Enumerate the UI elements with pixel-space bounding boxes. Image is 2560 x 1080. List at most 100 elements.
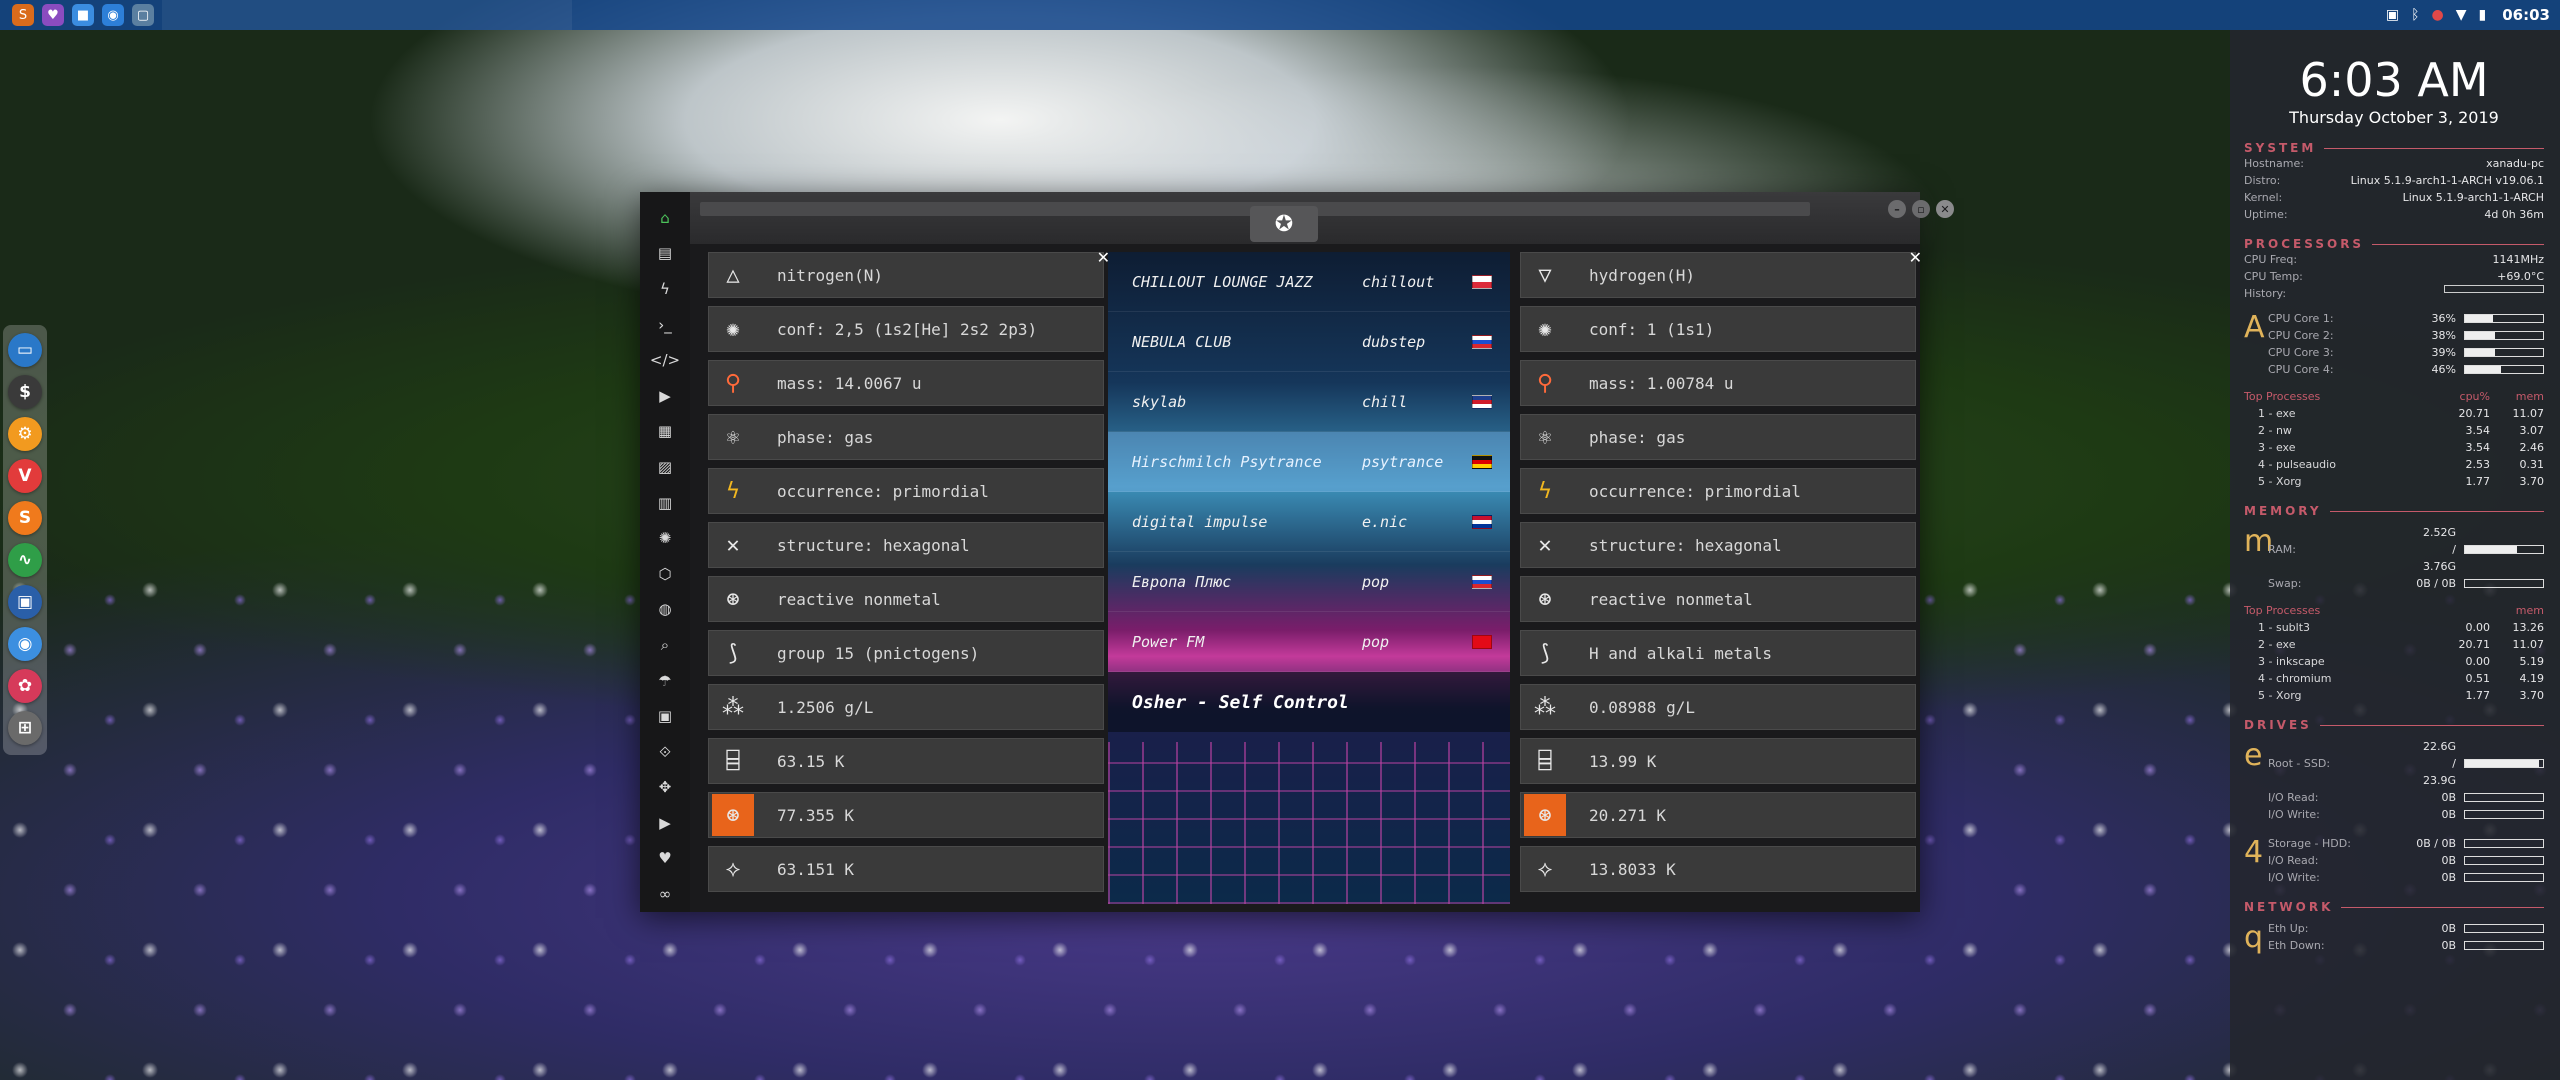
code-icon[interactable]: </>	[648, 342, 682, 378]
element-property-row: ⟡ 13.8033 K	[1520, 846, 1916, 892]
chain-icon[interactable]: ∞	[648, 876, 682, 912]
bolt-icon[interactable]: ϟ	[648, 271, 682, 307]
battery-icon[interactable]: ▮	[2479, 7, 2487, 23]
contact-icon[interactable]: ▣	[648, 698, 682, 734]
property-label: occurrence: primordial	[777, 481, 989, 501]
image-icon[interactable]: ▨	[648, 449, 682, 485]
money-icon[interactable]: $	[8, 375, 42, 409]
nucleus-icon: ⊛	[726, 586, 740, 612]
property-label: 13.99 K	[1589, 751, 1657, 771]
app-icon[interactable]: S	[12, 4, 34, 26]
section-memory: MEMORY	[2244, 504, 2544, 518]
property-label: 20.271 K	[1589, 805, 1667, 825]
files-icon[interactable]: ▭	[8, 333, 42, 367]
settings-icon[interactable]: ⚙	[8, 417, 42, 451]
usage-bar	[2464, 365, 2544, 374]
close-icon[interactable]: ✕	[1909, 248, 1922, 267]
taskbar-area[interactable]	[162, 0, 572, 30]
display-icon[interactable]: ▣	[8, 585, 42, 619]
radio-station[interactable]: Power FM pop	[1108, 612, 1510, 672]
element-property-row: ⟆ H and alkali metals	[1520, 630, 1916, 676]
badge-icon[interactable]: ✿	[8, 669, 42, 703]
radio-station[interactable]: Hirschmilch Psytrance psytrance	[1108, 432, 1510, 492]
terminal-icon[interactable]: ›_	[648, 307, 682, 343]
monitor-icon[interactable]: ∿	[8, 543, 42, 577]
hexagon-icon[interactable]: ⬡	[648, 556, 682, 592]
property-label: hydrogen(H)	[1589, 265, 1695, 285]
radio-station-list: CHILLOUT LOUNGE JAZZ chillout NEBULA CLUB d…	[1108, 252, 1510, 904]
heart-icon[interactable]: ♥	[648, 841, 682, 877]
panel-clock[interactable]: 06:03	[2502, 6, 2550, 24]
maximize-button[interactable]: ▫	[1912, 200, 1930, 218]
usage-bar	[2464, 759, 2544, 768]
boiling-icon: ⊛	[712, 794, 754, 836]
radio-station[interactable]: NEBULA CLUB dubstep	[1108, 312, 1510, 372]
minimize-button[interactable]: –	[1888, 200, 1906, 218]
globe-icon[interactable]: ◍	[648, 592, 682, 628]
property-label: occurrence: primordial	[1589, 481, 1801, 501]
network-icon[interactable]: ▼	[2456, 7, 2467, 23]
screenshot-icon[interactable]: ▣	[2386, 7, 2399, 23]
process-row: 3 - inkscape 0.00 5.19	[2258, 655, 2544, 668]
process-row: 4 - pulseaudio 2.53 0.31	[2258, 458, 2544, 471]
notification-icon[interactable]: ●	[2432, 7, 2444, 23]
cpu-glyph: A	[2244, 310, 2265, 345]
gallery-icon[interactable]: ▦	[648, 414, 682, 450]
usage-row: RAM: 2.52G / 3.76G	[2268, 524, 2544, 575]
window-icon[interactable]: ▢	[132, 4, 154, 26]
info-row: Kernel: Linux 5.1.9-arch1-1-ARCH	[2244, 191, 2544, 204]
top-processes-cpu: 1 - exe 20.71 11.07 2 - nw 3.54 3.07 3 - exe 3.…	[2244, 405, 2544, 490]
usage-row: I/O Read: 0B	[2268, 852, 2544, 869]
vivaldi-icon[interactable]: V	[8, 459, 42, 493]
network-usage: q Eth Up: 0B Eth Down: 0B	[2244, 920, 2544, 955]
folder-icon[interactable]: ■	[72, 4, 94, 26]
youtube-icon[interactable]: ▶	[648, 805, 682, 841]
system-tray: ▣ ᛒ ● ▼ ▮ 06:03	[2386, 0, 2560, 30]
molecule-icon: ⟡	[725, 856, 741, 882]
window-titlebar[interactable]: ✪ – ▫ ✕	[690, 192, 1954, 244]
expand-icon[interactable]: ✥	[648, 770, 682, 806]
news-icon[interactable]: ▥	[648, 485, 682, 521]
usage-bar-fill	[2465, 366, 2501, 373]
browser-icon[interactable]: ◉	[8, 627, 42, 661]
process-row: 4 - chromium 0.51 4.19	[2258, 672, 2544, 685]
top-processes-mem: 1 - sublt3 0.00 13.26 2 - exe 20.71 11.07 3 - …	[2244, 619, 2544, 704]
system-info: Hostname: xanadu-pc Distro: Linux 5.1.9-arc…	[2244, 155, 2544, 223]
chrome-icon[interactable]: ◉	[102, 4, 124, 26]
element-property-row: ⟆ group 15 (pnictogens)	[708, 630, 1104, 676]
process-row: 2 - nw 3.54 3.07	[2258, 424, 2544, 437]
close-button[interactable]: ✕	[1936, 200, 1954, 218]
radio-station[interactable]: Европа Плюс pop	[1108, 552, 1510, 612]
radio-station[interactable]: CHILLOUT LOUNGE JAZZ chillout	[1108, 252, 1510, 312]
shield-icon[interactable]: ♥	[42, 4, 64, 26]
rebel-icon[interactable]: ✪	[1250, 206, 1318, 242]
property-label: reactive nonmetal	[777, 589, 941, 609]
element-property-row: ✺ conf: 1 (1s1)	[1520, 306, 1916, 352]
usage-bar-fill	[2465, 349, 2496, 356]
radio-station[interactable]: digital impulse e.nic	[1108, 492, 1510, 552]
grid-icon[interactable]: ⊞	[8, 711, 42, 745]
search-icon[interactable]: ⌕	[648, 627, 682, 663]
info-row: History:	[2244, 285, 2544, 302]
property-label: reactive nonmetal	[1589, 589, 1753, 609]
bluetooth-icon[interactable]: ᛒ	[2411, 7, 2419, 23]
atom-icon: ⚛	[1538, 424, 1552, 450]
usage-bar	[2464, 793, 2544, 802]
umbrella-icon[interactable]: ☂	[648, 663, 682, 699]
element-property-row: ✕ structure: hexagonal	[708, 522, 1104, 568]
synthwave-grid	[1108, 742, 1510, 904]
play-icon[interactable]: ▶	[648, 378, 682, 414]
usage-bar	[2464, 579, 2544, 588]
element-panel-left: ✕ △ nitrogen(N) ✺ conf: 2,5 (1s2[He] 2s2 2p…	[708, 248, 1110, 900]
info-row: Hostname: xanadu-pc	[2244, 157, 2544, 170]
document-icon[interactable]: ▤	[648, 236, 682, 272]
property-label: 63.151 K	[777, 859, 855, 879]
home-icon[interactable]: ⌂	[648, 200, 682, 236]
sublime-icon[interactable]: S	[8, 501, 42, 535]
link-icon[interactable]: ⟐	[648, 734, 682, 770]
radio-station[interactable]: skylab chill	[1108, 372, 1510, 432]
atom-icon[interactable]: ✺	[648, 520, 682, 556]
usage-row: I/O Read: 0B	[2268, 789, 2544, 806]
station-name: digital impulse	[1132, 512, 1268, 531]
usage-bar	[2464, 314, 2544, 323]
